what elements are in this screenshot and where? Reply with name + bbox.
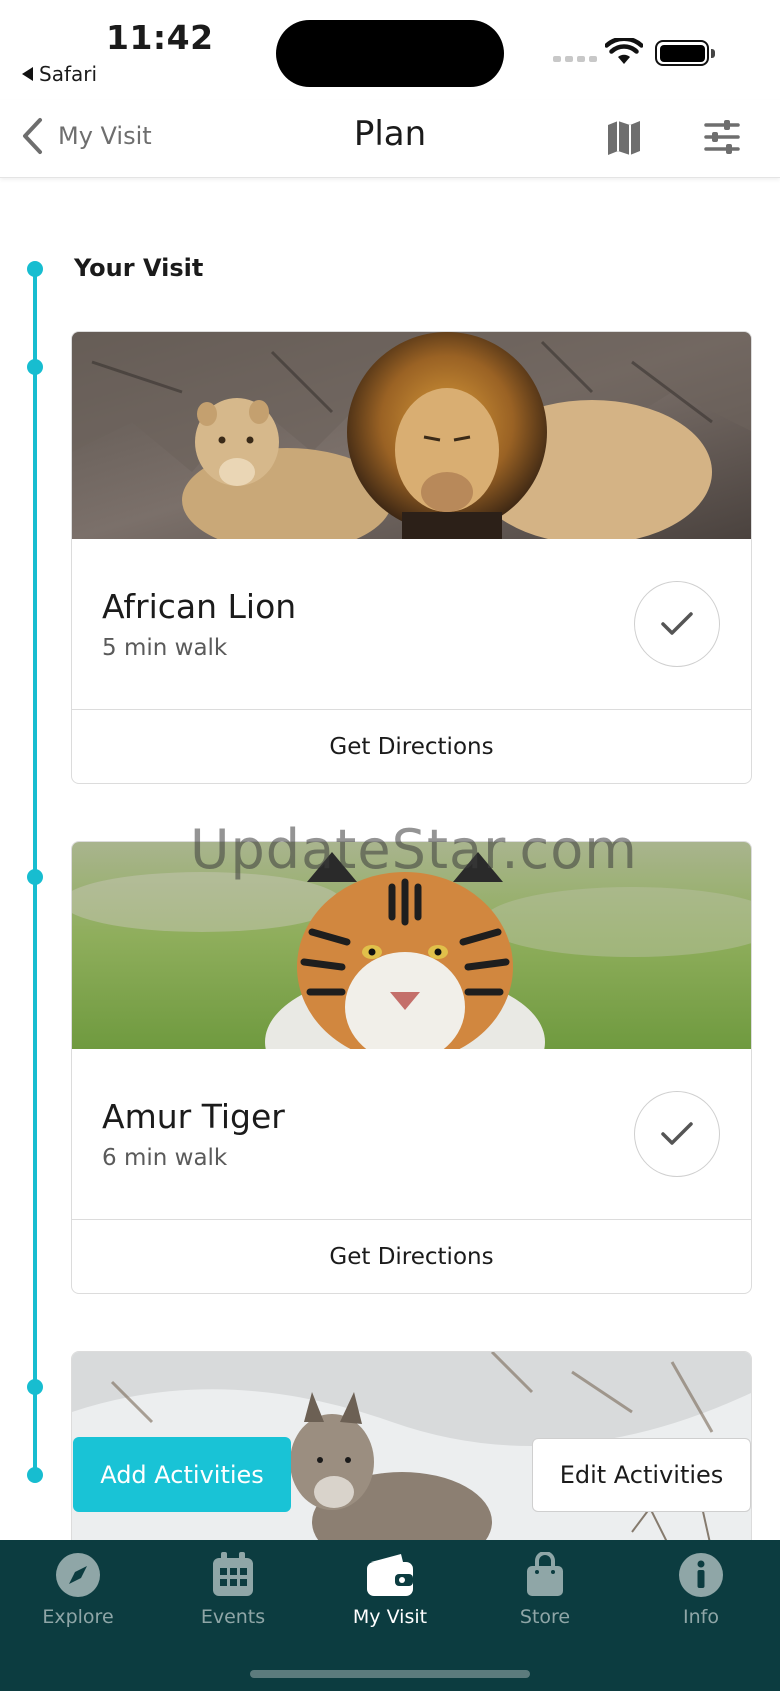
section-title: Your Visit <box>74 254 204 282</box>
tab-label: Events <box>200 1606 266 1628</box>
back-to-safari[interactable]: Safari <box>22 62 97 86</box>
lions-photo <box>72 332 751 539</box>
tab-explore[interactable]: Explore <box>18 1552 138 1628</box>
card-info: Amur Tiger 6 min walk <box>72 1049 751 1220</box>
tab-my-visit[interactable]: My Visit <box>330 1552 450 1628</box>
map-button[interactable] <box>604 119 644 161</box>
wallet-icon <box>367 1554 413 1596</box>
activity-name: African Lion <box>102 587 297 626</box>
sliders-icon <box>704 120 740 154</box>
complete-toggle[interactable] <box>634 581 720 667</box>
timeline-dot <box>27 359 43 375</box>
back-triangle-icon <box>22 67 33 81</box>
edit-activities-button[interactable]: Edit Activities <box>532 1438 751 1512</box>
tab-label: Store <box>519 1606 571 1628</box>
chevron-left-icon <box>23 118 42 154</box>
timeline-dot <box>27 261 43 277</box>
dynamic-island <box>276 20 504 87</box>
timeline-dot <box>27 869 43 885</box>
battery-icon <box>655 40 715 66</box>
activity-card[interactable]: Amur Tiger 6 min walk Get Directions <box>71 841 752 1294</box>
home-indicator <box>250 1670 530 1678</box>
filter-button[interactable] <box>703 119 741 159</box>
map-icon <box>608 121 640 155</box>
back-app-label: Safari <box>39 62 98 86</box>
compass-icon <box>56 1553 100 1597</box>
page-title: Plan <box>353 114 427 154</box>
status-bar: 11:42 Safari <box>0 0 780 100</box>
walk-time: 6 min walk <box>102 1145 228 1171</box>
card-info: African Lion 5 min walk <box>72 539 751 710</box>
tiger-photo <box>72 842 751 1049</box>
timeline-dot <box>27 1379 43 1395</box>
back-button-label: My Visit <box>58 122 152 150</box>
get-directions-button[interactable]: Get Directions <box>72 710 751 783</box>
cellular-signal-icon <box>553 56 597 62</box>
tab-store[interactable]: Store <box>485 1552 605 1628</box>
timeline-dot <box>27 1467 43 1483</box>
tab-label: Explore <box>42 1606 114 1628</box>
complete-toggle[interactable] <box>634 1091 720 1177</box>
back-button[interactable]: My Visit <box>20 116 152 156</box>
tab-label: My Visit <box>352 1606 428 1628</box>
shopping-bag-icon <box>527 1552 563 1596</box>
info-icon <box>679 1553 723 1597</box>
status-time: 11:42 <box>106 18 214 57</box>
tab-label: Info <box>683 1606 719 1628</box>
get-directions-button[interactable]: Get Directions <box>72 1220 751 1293</box>
nav-header: My Visit Plan <box>0 100 780 178</box>
activity-name: Amur Tiger <box>102 1097 285 1136</box>
tab-info[interactable]: Info <box>641 1552 761 1628</box>
checkmark-icon <box>661 612 693 635</box>
tab-bar: Explore Events My Visit Store Info <box>0 1540 780 1691</box>
calendar-icon <box>213 1552 253 1596</box>
activity-card[interactable]: African Lion 5 min walk Get Directions <box>71 331 752 784</box>
add-activities-button[interactable]: Add Activities <box>73 1437 291 1512</box>
walk-time: 5 min walk <box>102 635 228 661</box>
checkmark-icon <box>661 1122 693 1145</box>
tab-events[interactable]: Events <box>173 1552 293 1628</box>
wifi-icon <box>605 38 643 64</box>
